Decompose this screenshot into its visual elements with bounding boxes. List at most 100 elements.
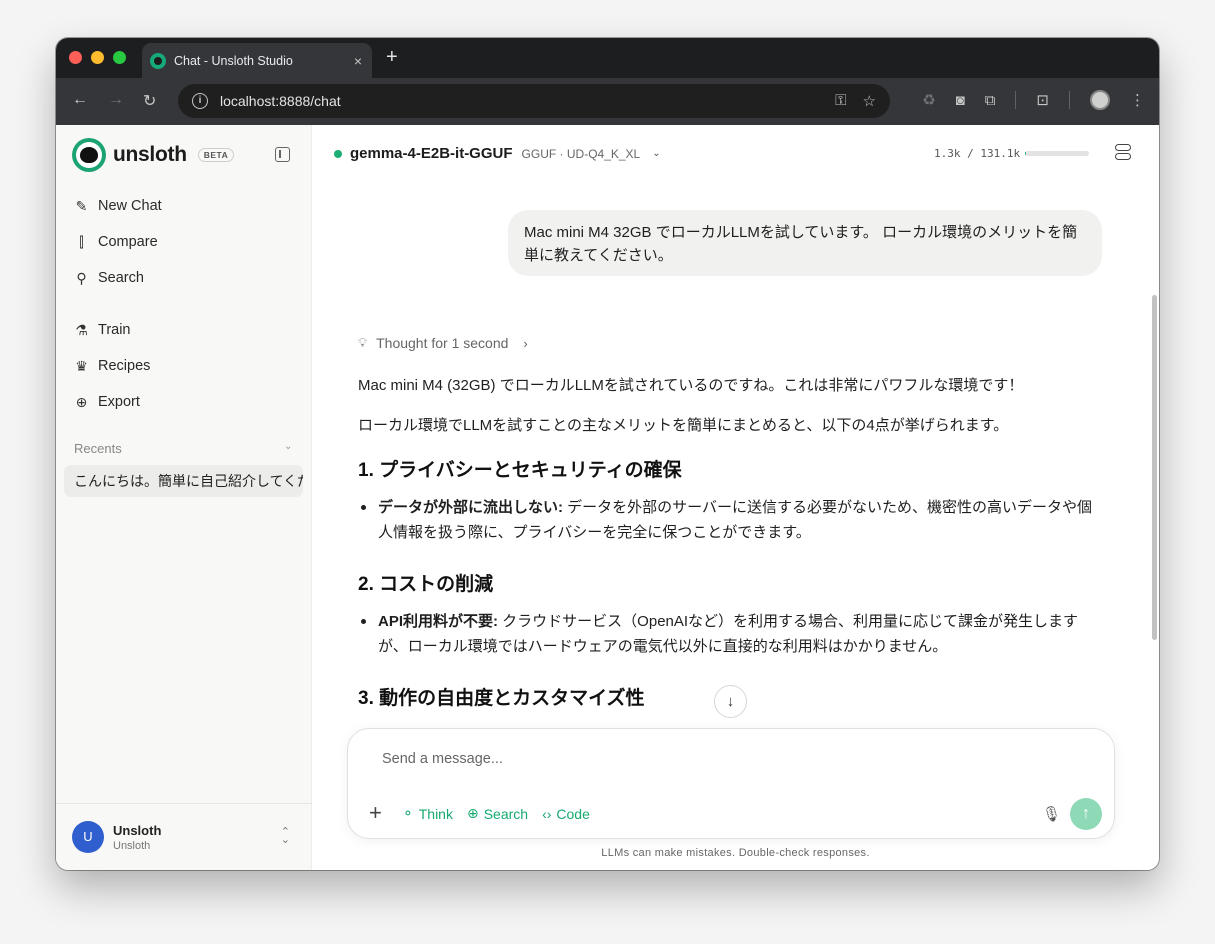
- extensions-puzzle-icon[interactable]: ⧉: [985, 92, 996, 109]
- chat-main: gemma-4-E2B-it-GGUF GGUF · UD-Q4_K_XL ⌄ …: [312, 125, 1159, 870]
- chevron-up-down-icon: ⌃ ⌄: [280, 826, 290, 846]
- context-usage: 1.3k / 131.1k: [934, 147, 1021, 160]
- secondary-nav: ⚗ Train ♛ Recipes ⊕ Export: [64, 312, 304, 420]
- scroll-to-bottom-button[interactable]: ↓: [714, 685, 747, 718]
- thought-label: Thought for 1 second: [376, 335, 509, 351]
- url-text[interactable]: localhost:8888/chat: [220, 93, 835, 109]
- list-item: データが外部に流出しない: データを外部のサーバーに送信する必要がないため、機密…: [358, 495, 1103, 545]
- address-bar[interactable]: i localhost:8888/chat ⚿ ☆: [178, 84, 890, 118]
- user-name: Unsloth: [113, 822, 162, 838]
- sidebar-item-recipes[interactable]: ♛ Recipes: [64, 348, 304, 384]
- recents-heading: Recents: [74, 441, 122, 456]
- message-input[interactable]: [382, 751, 982, 767]
- tab-close-icon[interactable]: ×: [354, 53, 362, 69]
- user-message: Mac mini M4 32GB でローカルLLMを試しています。 ローカル環境…: [508, 210, 1102, 276]
- sidebar-item-export[interactable]: ⊕ Export: [64, 384, 304, 420]
- recycle-extension-icon[interactable]: ♻: [922, 91, 935, 109]
- back-icon[interactable]: ←: [72, 91, 88, 109]
- beta-badge: BETA: [197, 148, 235, 162]
- sidebar-item-train[interactable]: ⚗ Train: [64, 312, 304, 348]
- answer-heading: 1. プライバシーとセキュリティの確保: [358, 460, 682, 481]
- app: unsloth BETA ✎ New Chat ⫿ Compare ⚲ Sear…: [56, 125, 1159, 870]
- recent-chat-item[interactable]: こんにちは。簡単に自己紹介してください: [64, 465, 303, 497]
- forward-icon[interactable]: →: [108, 91, 124, 109]
- search-toggle[interactable]: ⊕ Search: [467, 805, 528, 822]
- brand-name: unsloth: [113, 143, 187, 166]
- minimize-window-button[interactable]: [91, 51, 104, 64]
- bullet-title: API利用料が不要:: [378, 613, 499, 630]
- sidebar-item-label: Compare: [98, 234, 158, 250]
- maximize-window-button[interactable]: [113, 51, 126, 64]
- site-info-icon[interactable]: i: [192, 93, 208, 109]
- sidebar: unsloth BETA ✎ New Chat ⫿ Compare ⚲ Sear…: [56, 125, 312, 870]
- tab-title: Chat - Unsloth Studio: [174, 53, 293, 68]
- sidebar-item-label: Export: [98, 394, 140, 410]
- chevron-down-icon: ⌄: [652, 148, 661, 159]
- browser-toolbar: ← → ↻ i localhost:8888/chat ⚿ ☆ ♻ ◙ ⧉ ⊡ …: [56, 78, 1159, 125]
- microphone-icon[interactable]: 🎙︎: [1042, 805, 1061, 823]
- context-usage-bar: [1025, 151, 1089, 156]
- unsloth-favicon-icon: [150, 52, 166, 69]
- sidebar-item-label: New Chat: [98, 198, 162, 214]
- thought-toggle[interactable]: 💡︎ Thought for 1 second ›: [358, 335, 528, 351]
- message-composer: + ⚬Think ⊕Search ‹›Code 🎙︎ ↑: [347, 728, 1115, 839]
- password-key-icon[interactable]: ⚿: [835, 92, 846, 110]
- brand[interactable]: unsloth BETA: [72, 138, 235, 172]
- tool-label: Think: [418, 805, 453, 822]
- tool-label: Search: [483, 805, 529, 822]
- context-usage-fill: [1025, 151, 1026, 156]
- user-org: Unsloth: [113, 839, 151, 852]
- user-menu[interactable]: U Unsloth Unsloth ⌃ ⌄: [56, 803, 312, 870]
- profile-avatar-icon[interactable]: [1090, 90, 1110, 110]
- scrollbar[interactable]: [1152, 295, 1157, 640]
- answer-heading: 2. コストの削減: [358, 574, 494, 595]
- edit-icon: ✎: [75, 197, 88, 214]
- new-tab-button[interactable]: +: [386, 46, 398, 69]
- browser-window: Chat - Unsloth Studio × + ← → ↻ i localh…: [56, 38, 1159, 870]
- sidebar-item-label: Recipes: [98, 358, 151, 374]
- model-meta: GGUF · UD-Q4_K_XL: [521, 146, 641, 161]
- download-icon: ⊕: [75, 393, 88, 410]
- model-name: gemma-4-E2B-it-GGUF: [350, 145, 513, 162]
- chevron-down-icon[interactable]: ⌄: [284, 441, 292, 452]
- sidebar-item-search[interactable]: ⚲ Search: [64, 260, 304, 296]
- close-window-button[interactable]: [69, 51, 82, 64]
- send-button[interactable]: ↑: [1070, 798, 1102, 830]
- globe-icon: ⊕: [466, 805, 479, 821]
- think-toggle[interactable]: ⚬ Think: [402, 805, 453, 822]
- settings-toggle-icon[interactable]: [1115, 144, 1133, 162]
- browser-menu-icon[interactable]: ⋮: [1130, 91, 1145, 109]
- chevron-right-icon: ›: [523, 335, 528, 351]
- flask-icon: ⚗: [75, 321, 88, 338]
- reload-icon[interactable]: ↻: [143, 91, 156, 111]
- sidebar-item-label: Train: [98, 322, 131, 338]
- tab-search-icon[interactable]: ⊡: [1036, 91, 1049, 109]
- assistant-message: Mac mini M4 (32GB) でローカルLLMを試されているのですね。こ…: [358, 375, 1103, 723]
- lightbulb-icon: 💡︎: [358, 335, 368, 350]
- code-toggle[interactable]: ‹› Code: [542, 805, 590, 822]
- attach-plus-icon[interactable]: +: [369, 802, 382, 824]
- tab-bar: Chat - Unsloth Studio × +: [56, 38, 1159, 78]
- unsloth-logo-icon: [72, 138, 106, 172]
- sidebar-item-compare[interactable]: ⫿ Compare: [64, 224, 304, 260]
- lightbulb-icon: ⚬: [402, 805, 414, 821]
- bullet-title: データが外部に流出しない:: [378, 499, 563, 516]
- browser-tab[interactable]: Chat - Unsloth Studio ×: [142, 43, 372, 78]
- answer-paragraph: ローカル環境でLLMを試すことの主なメリットを簡単にまとめると、以下の4点が挙げ…: [358, 417, 1009, 434]
- sidebar-item-label: Search: [98, 270, 144, 286]
- toolbar-divider: [1015, 91, 1017, 109]
- sidebar-item-new-chat[interactable]: ✎ New Chat: [64, 188, 304, 224]
- sidebar-toggle-icon[interactable]: [275, 147, 290, 162]
- camera-extension-icon[interactable]: ◙: [956, 92, 965, 109]
- primary-nav: ✎ New Chat ⫿ Compare ⚲ Search: [64, 188, 304, 296]
- disclaimer: LLMs can make mistakes. Double-check res…: [601, 847, 870, 859]
- model-selector[interactable]: gemma-4-E2B-it-GGUF GGUF · UD-Q4_K_XL ⌄: [334, 145, 661, 162]
- window-controls: [69, 51, 126, 64]
- toolbar-divider: [1069, 91, 1070, 109]
- answer-list: データが外部に流出しない: データを外部のサーバーに送信する必要がないため、機密…: [358, 495, 1103, 545]
- model-status-dot: [334, 149, 342, 158]
- tool-label: Code: [556, 805, 590, 822]
- bookmark-star-icon[interactable]: ☆: [863, 92, 876, 110]
- code-icon: ‹›: [542, 805, 552, 822]
- chef-hat-icon: ♛: [75, 357, 88, 374]
